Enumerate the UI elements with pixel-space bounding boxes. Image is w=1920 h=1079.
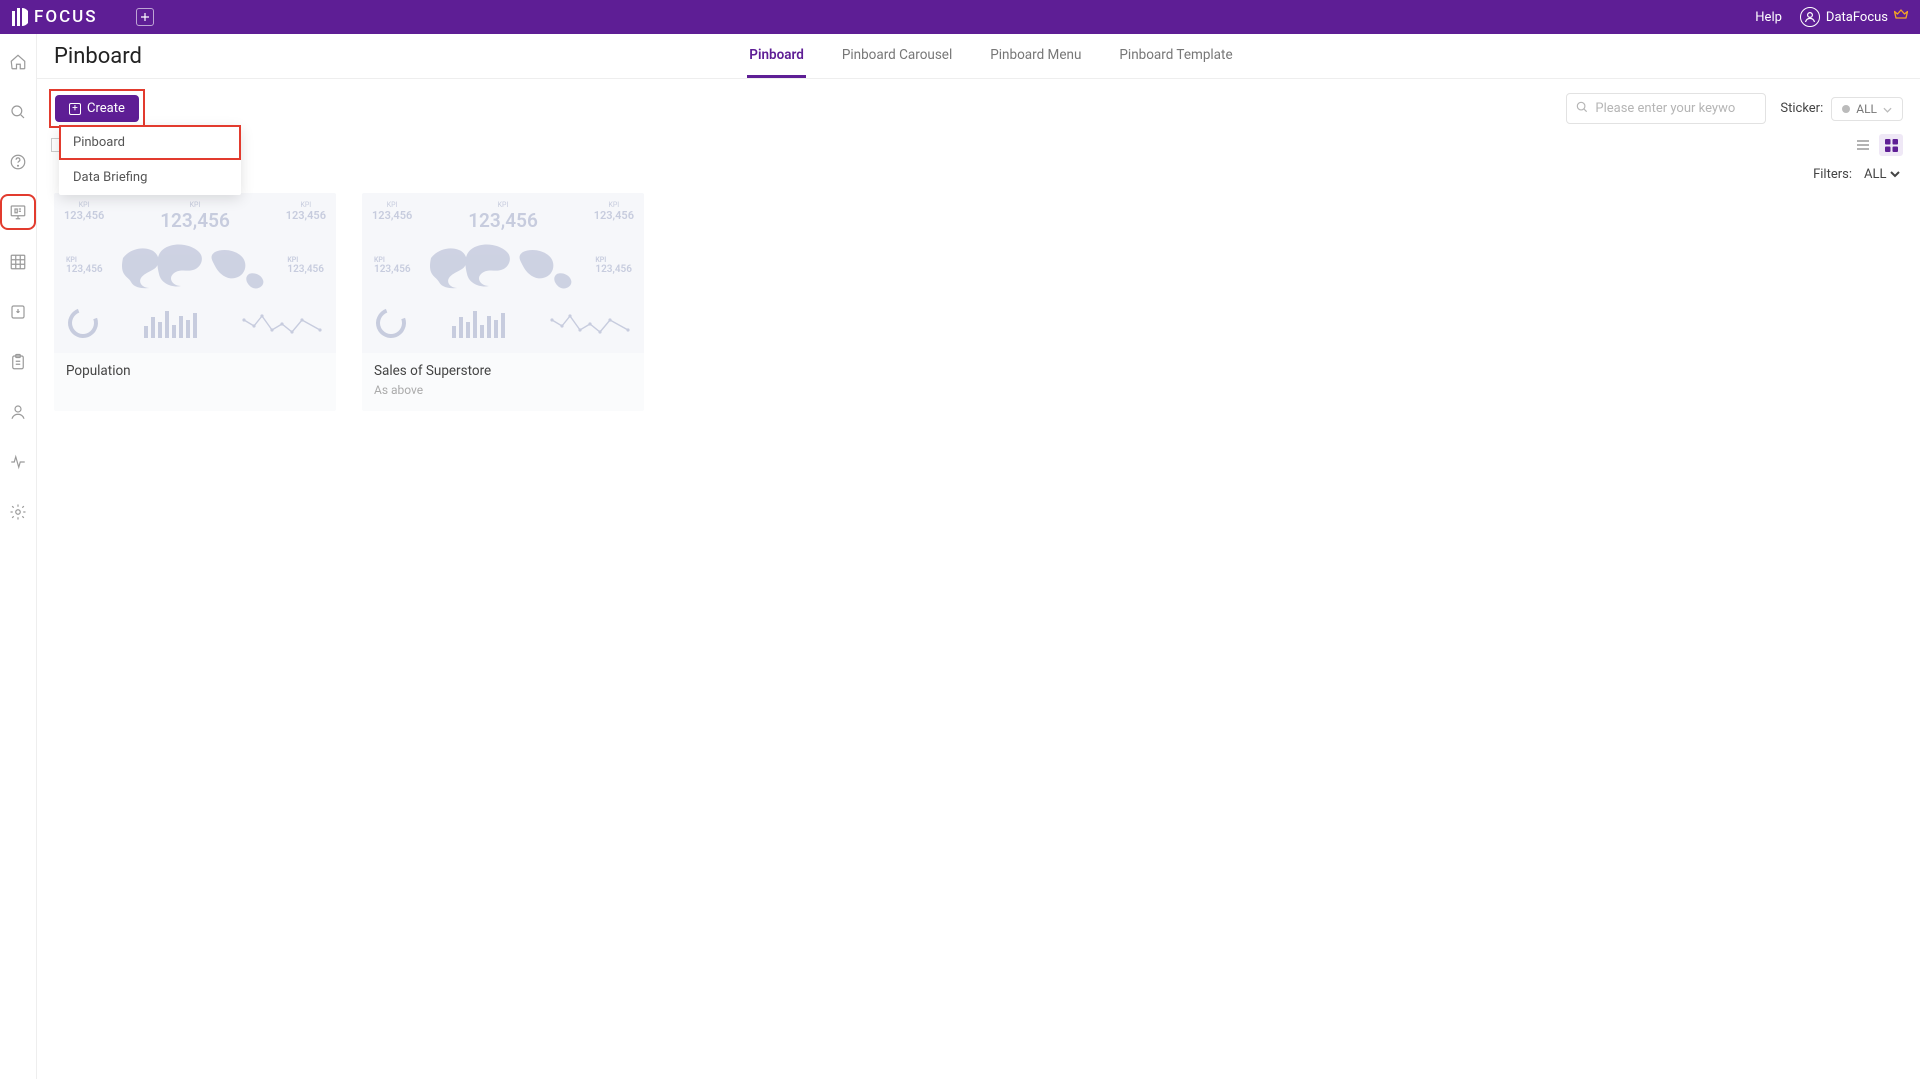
card-preview: KPI123,456 KPI123,456 KPI123,456 KPI123,… [362,193,644,353]
search-box[interactable] [1566,93,1766,124]
sparkline-icon [550,308,630,338]
page-title: Pinboard [54,44,142,69]
user-avatar-icon [1800,7,1820,27]
toolbar: + Create Pinboard Data Briefing Sticker: [37,79,1920,128]
nav-user-icon[interactable] [4,398,32,426]
pinboard-card[interactable]: KPI123,456 KPI123,456 KPI123,456 KPI123,… [54,193,336,411]
map-icon: KPI123,456 KPI123,456 [372,236,634,298]
donut-icon [63,303,103,343]
logo-icon [12,8,28,26]
sticker-filter: Sticker: ALL [1780,97,1903,121]
nav-import-icon[interactable] [4,298,32,326]
user-menu[interactable]: DataFocus [1800,7,1908,27]
nav-search-icon[interactable] [4,98,32,126]
tabs: Pinboard Pinboard Carousel Pinboard Menu… [747,35,1234,78]
sparkline-icon [242,308,322,338]
sticker-value: ALL [1856,102,1877,116]
create-menu-data-briefing[interactable]: Data Briefing [59,160,241,195]
nav-home-icon[interactable] [4,48,32,76]
create-dropdown: Pinboard Data Briefing [59,125,241,195]
create-button[interactable]: + Create [55,95,139,122]
card-title: Population [66,363,324,379]
tab-pinboard-carousel[interactable]: Pinboard Carousel [840,35,954,78]
user-name: DataFocus [1826,10,1888,25]
create-menu-pinboard[interactable]: Pinboard [59,125,241,160]
nav-settings-icon[interactable] [4,498,32,526]
main-content: Pinboard Pinboard Pinboard Carousel Pinb… [37,34,1920,1079]
sticker-label: Sticker: [1780,101,1823,116]
create-button-highlight: + Create [49,89,145,128]
map-icon: KPI123,456 KPI123,456 [64,236,326,298]
new-tab-button[interactable] [136,8,154,26]
sticker-select[interactable]: ALL [1831,97,1903,121]
plus-icon: + [69,103,81,115]
search-icon [1575,99,1589,118]
header-row: Pinboard Pinboard Pinboard Carousel Pinb… [37,34,1920,79]
topbar: FOCUS Help DataFocus [0,0,1920,34]
cards-grid: KPI123,456 KPI123,456 KPI123,456 KPI123,… [37,193,1920,431]
create-button-label: Create [87,101,125,116]
donut-icon [371,303,411,343]
filters-select[interactable]: ALL [1860,166,1903,183]
subbar [37,128,1920,160]
bars-icon [144,308,197,338]
tab-pinboard[interactable]: Pinboard [747,35,806,78]
nav-activity-icon[interactable] [4,448,32,476]
brand-text: FOCUS [34,7,98,27]
nav-clipboard-icon[interactable] [4,348,32,376]
tab-pinboard-template[interactable]: Pinboard Template [1117,35,1234,78]
nav-help-icon[interactable] [4,148,32,176]
nav-pinboard-icon[interactable] [4,198,32,226]
chevron-down-icon [1883,102,1892,116]
card-title: Sales of Superstore [374,363,632,379]
filters-label: Filters: [1813,167,1852,182]
view-toggle [1851,134,1903,156]
filters-row: Filters: ALL [37,160,1920,193]
bars-icon [452,308,505,338]
crown-icon [1894,9,1908,25]
card-preview: KPI123,456 KPI123,456 KPI123,456 KPI123,… [54,193,336,353]
pinboard-card[interactable]: KPI123,456 KPI123,456 KPI123,456 KPI123,… [362,193,644,411]
grid-view-button[interactable] [1879,134,1903,156]
sticker-dot-icon [1842,105,1850,113]
search-input[interactable] [1595,101,1757,116]
list-view-button[interactable] [1851,134,1875,156]
left-sidebar [0,34,37,1079]
card-subtitle: As above [374,383,632,397]
help-link[interactable]: Help [1755,10,1782,25]
brand-logo[interactable]: FOCUS [12,7,98,27]
nav-grid-icon[interactable] [4,248,32,276]
tab-pinboard-menu[interactable]: Pinboard Menu [988,35,1083,78]
